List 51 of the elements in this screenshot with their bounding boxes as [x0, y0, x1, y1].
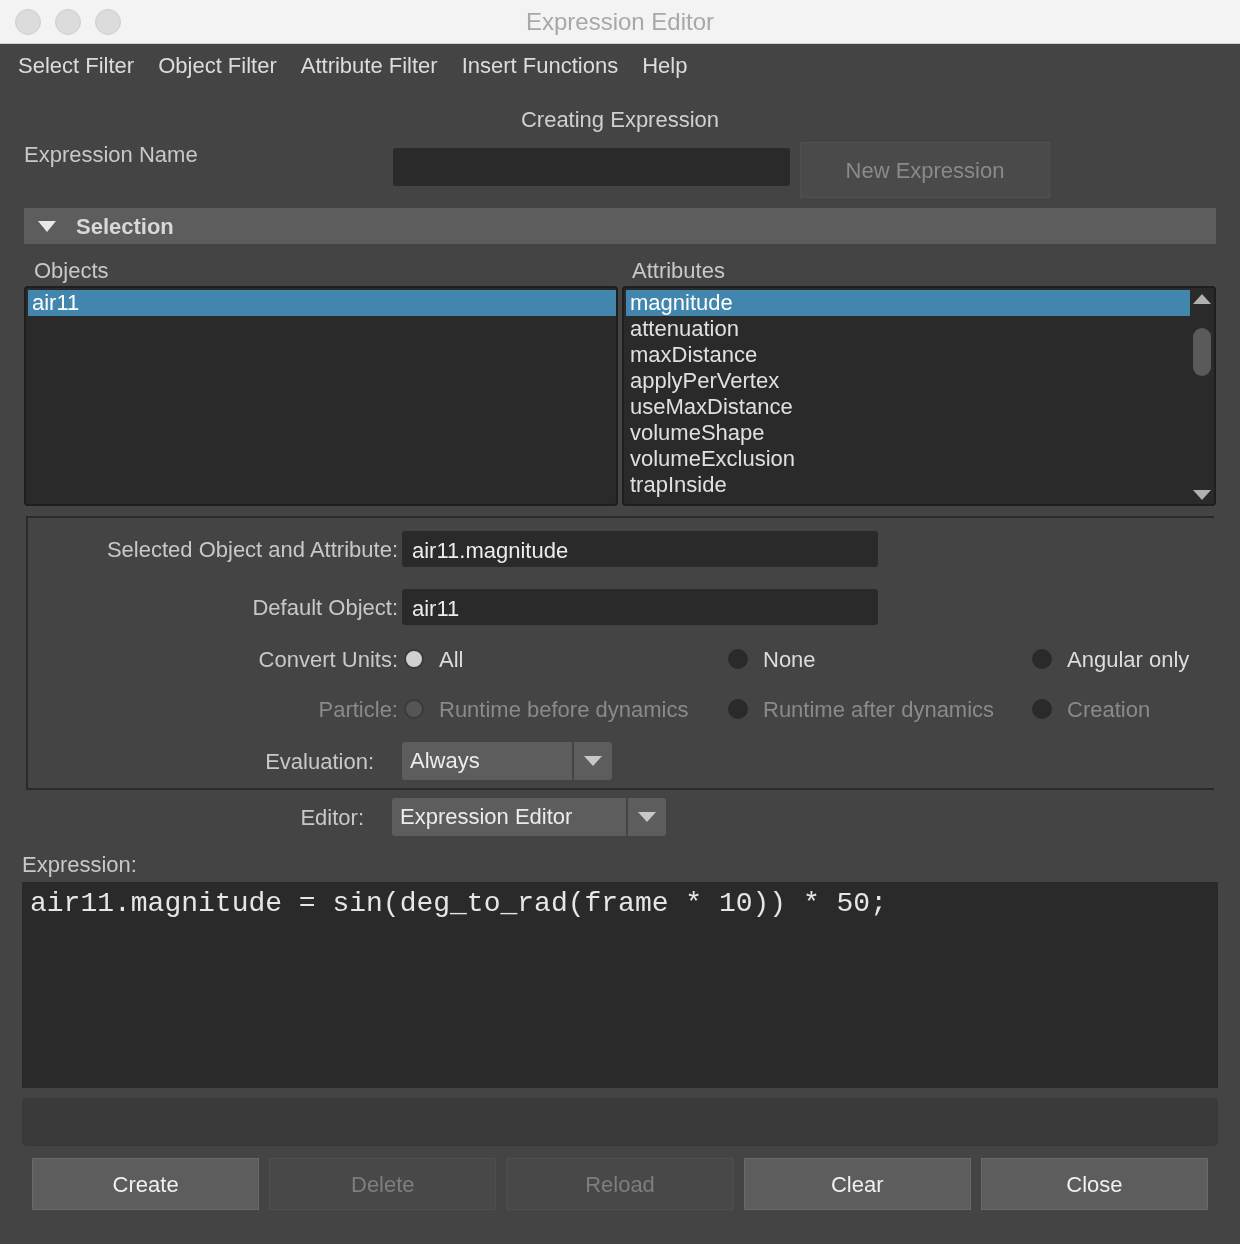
dropdown[interactable]: Expression Editor: [392, 798, 666, 836]
scroll-up-icon[interactable]: [1193, 294, 1211, 304]
dialog-button[interactable]: Create: [32, 1158, 260, 1210]
list-label: Objects: [33, 257, 110, 285]
code-editor[interactable]: air11.magnitude = sin(deg_to_rad(frame * 10)) * 50;: [22, 882, 1218, 1088]
menu-item[interactable]: Help: [642, 48, 688, 82]
radio-button[interactable]: [1032, 649, 1052, 669]
collapse-caret-icon: [38, 220, 56, 232]
list-item[interactable]: trapInside: [626, 472, 1190, 498]
window-control-icon[interactable]: [95, 8, 121, 35]
window-title: Expression Editor: [525, 6, 715, 37]
list-item[interactable]: magnitude: [626, 290, 1190, 316]
menu-item[interactable]: Object Filter: [158, 48, 277, 82]
caret-icon: [584, 756, 602, 766]
expression-label: Expression:: [21, 851, 138, 879]
list-item[interactable]: maxDistance: [626, 342, 1190, 368]
window-control-icon[interactable]: [15, 8, 41, 35]
radio-button[interactable]: [728, 649, 748, 669]
field-label: Default Object:: [251, 593, 398, 622]
section-header[interactable]: Selection: [24, 208, 1216, 244]
radio-option[interactable]: All: [404, 642, 722, 676]
list-label: Attributes: [631, 257, 726, 285]
list-item[interactable]: volumeShape: [626, 420, 1190, 446]
list-item[interactable]: volumeExclusion: [626, 446, 1190, 472]
list-item[interactable]: useMaxDistance: [626, 394, 1190, 420]
field-label: Selected Object and Attribute:: [105, 535, 398, 564]
dialog-button[interactable]: Close: [980, 1158, 1208, 1210]
section-heading: Creating Expression: [519, 106, 721, 134]
radio-button[interactable]: [404, 649, 424, 669]
scroll-thumb[interactable]: [1193, 328, 1211, 376]
expression-name-field[interactable]: [393, 148, 790, 186]
radio-option[interactable]: None: [728, 642, 1026, 676]
field-label: Expression Name: [24, 141, 199, 169]
scroll-down-icon[interactable]: [1193, 490, 1211, 500]
menu-item[interactable]: Attribute Filter: [300, 48, 438, 82]
window-control-icon[interactable]: [55, 8, 81, 35]
dropdown[interactable]: Always: [402, 742, 612, 780]
list-item[interactable]: attenuation: [626, 316, 1190, 342]
text-field[interactable]: air11.magnitude: [402, 531, 878, 567]
menu-item[interactable]: Insert Functions: [461, 48, 619, 82]
list-item[interactable]: applyPerVertex: [626, 368, 1190, 394]
radio-group-label: Particle:: [317, 695, 398, 724]
field-label: Evaluation:: [264, 747, 374, 776]
menu-item[interactable]: Select Filter: [18, 48, 135, 82]
dialog-button[interactable]: Clear: [743, 1158, 971, 1210]
text-field[interactable]: air11: [402, 589, 878, 625]
caret-icon: [638, 812, 656, 822]
radio-option[interactable]: Angular only: [1032, 642, 1190, 676]
field-label: Editor:: [299, 803, 364, 832]
radio-group-label: Convert Units:: [257, 645, 398, 674]
list-item[interactable]: air11: [28, 290, 616, 316]
